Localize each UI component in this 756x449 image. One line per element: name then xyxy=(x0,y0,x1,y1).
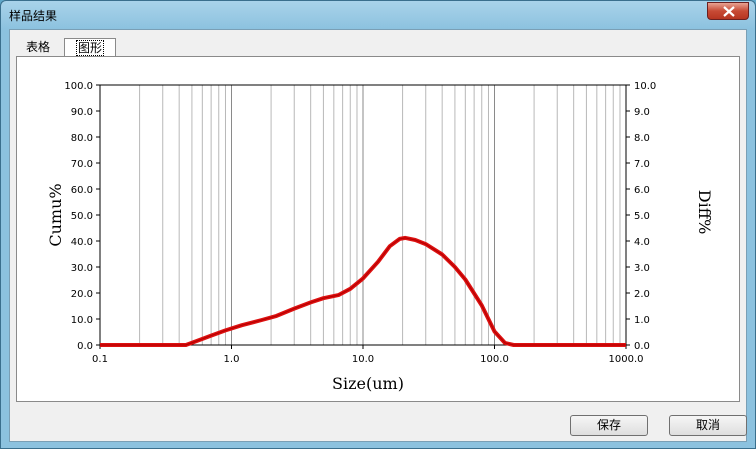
y-tick-label-left: 90.0 xyxy=(71,107,93,118)
y-tick-label-right: 6.0 xyxy=(634,185,650,196)
y-tick-label-right: 1.0 xyxy=(634,315,650,326)
graph-panel: 0.0 10.0 20.0 30.0 40.0 50.0 60.0 70.0 80.0 90.0 1… xyxy=(16,56,740,402)
tab-graph-label: 图形 xyxy=(75,40,104,56)
y-axis-title-right: Diff% xyxy=(695,190,714,235)
close-button[interactable] xyxy=(707,2,749,20)
tab-graph[interactable]: 图形 xyxy=(64,38,116,57)
y-tick-label-left: 40.0 xyxy=(71,237,93,248)
cancel-button[interactable]: 取消 xyxy=(669,415,747,436)
tab-table[interactable]: 表格 xyxy=(16,38,60,57)
y-tick-label-left: 60.0 xyxy=(71,185,93,196)
y-tick-label-right: 0.0 xyxy=(634,341,650,352)
y-tick-label-right: 7.0 xyxy=(634,159,650,170)
y-tick-label-left: 70.0 xyxy=(71,159,93,170)
y-tick-label-right: 8.0 xyxy=(634,133,650,144)
dialog-client: 表格 图形 0.0 10.0 20.0 30.0 40.0 50.0 60.0 70.0 80.… xyxy=(9,29,747,442)
x-tick-label: 1.0 xyxy=(224,354,240,365)
y-tick-label-right: 3.0 xyxy=(634,263,650,274)
x-tick-label: 1000.0 xyxy=(609,354,644,365)
y-tick-label-left: 50.0 xyxy=(71,211,93,222)
x-tick-label: 10.0 xyxy=(352,354,374,365)
y-tick-label-left: 80.0 xyxy=(71,133,93,144)
window-title: 样品结果 xyxy=(9,9,58,23)
y-tick-label-right: 2.0 xyxy=(634,289,650,300)
y-tick-label-right: 10.0 xyxy=(634,81,656,92)
y-tick-label-right: 4.0 xyxy=(634,237,650,248)
y-axis-title-left: Cumu% xyxy=(46,183,65,246)
x-axis-title: Size(um) xyxy=(332,374,404,393)
y-tick-label-right: 5.0 xyxy=(634,211,650,222)
x-tick-label: 0.1 xyxy=(92,354,108,365)
save-button[interactable]: 保存 xyxy=(570,415,648,436)
y-tick-label-left: 10.0 xyxy=(71,315,93,326)
x-tick-label: 100.0 xyxy=(480,354,509,365)
y-tick-label-left: 20.0 xyxy=(71,289,93,300)
close-icon xyxy=(723,6,735,17)
y-tick-label-right: 9.0 xyxy=(634,107,650,118)
y-tick-label-left: 100.0 xyxy=(64,81,93,92)
distribution-chart: 0.0 10.0 20.0 30.0 40.0 50.0 60.0 70.0 80.0 90.0 1… xyxy=(46,81,714,393)
tab-table-label: 表格 xyxy=(25,40,50,54)
dialog-window: 样品结果 表格 图形 0.0 10.0 20.0 30.0 40.0 50.0 60.0 70… xyxy=(0,0,756,449)
y-tick-label-left: 0.0 xyxy=(77,341,93,352)
title-bar[interactable]: 样品结果 xyxy=(1,1,755,29)
y-tick-label-left: 30.0 xyxy=(71,263,93,274)
